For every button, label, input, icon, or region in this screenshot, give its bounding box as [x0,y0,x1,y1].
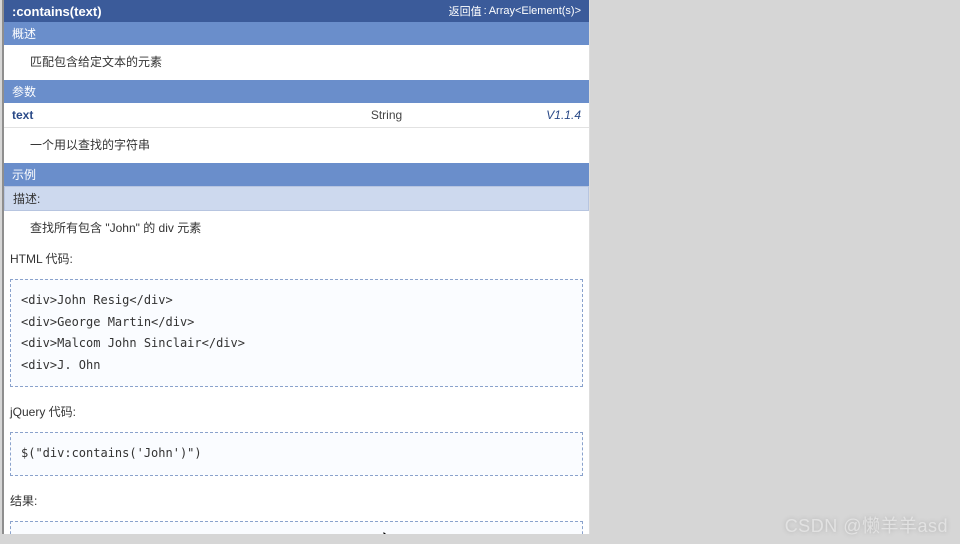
section-overview-title: 概述 [12,25,36,42]
example-desc: 查找所有包含 "John" 的 div 元素 [4,211,589,246]
result-code-block: [ <div>John Resig</div>, <div>Malcom Joh… [10,521,583,534]
param-row: text String V1.1.4 [4,103,589,128]
return-type: 返回值:Array<Element(s)> [449,3,581,19]
watermark: CSDN @懒羊羊asd [785,512,948,538]
doc-panel: :contains(text) 返回值:Array<Element(s)> 概述… [2,0,590,534]
param-type: String [272,108,501,122]
section-params: 参数 [4,80,589,103]
param-version: V1.1.4 [501,108,581,122]
section-example: 示例 [4,163,589,186]
section-overview: 概述 [4,22,589,45]
html-code-label: HTML 代码: [4,246,589,275]
pointer-cursor-icon [386,532,396,534]
selector-name: :contains(text) [12,4,102,19]
section-params-title: 参数 [12,83,36,100]
html-code-block: <div>John Resig</div> <div>George Martin… [10,279,583,387]
example-sub-title: 描述: [4,186,589,211]
selector-title-bar: :contains(text) 返回值:Array<Element(s)> [4,0,589,22]
result-label: 结果: [4,488,589,517]
param-desc: 一个用以查找的字符串 [4,128,589,163]
jquery-code-label: jQuery 代码: [4,399,589,428]
section-example-title: 示例 [12,166,36,183]
overview-text: 匹配包含给定文本的元素 [4,45,589,80]
jquery-code-block: $("div:contains('John')") [10,432,583,476]
param-name: text [12,108,272,122]
